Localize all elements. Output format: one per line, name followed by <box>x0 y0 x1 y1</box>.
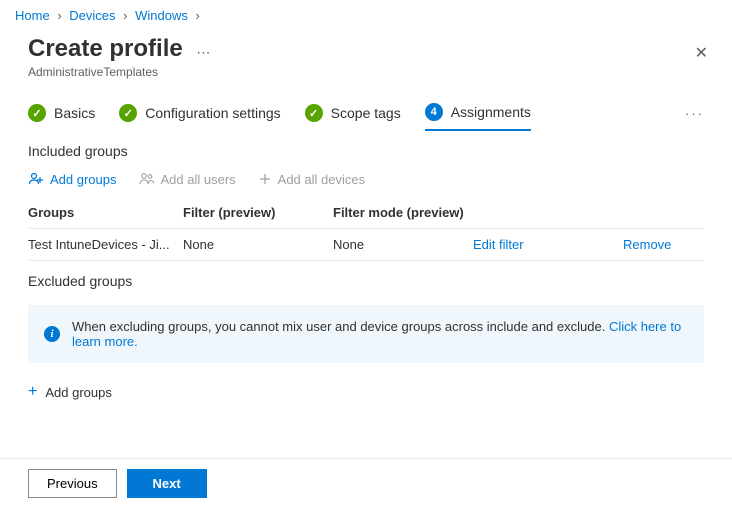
button-label: Add all devices <box>278 172 365 187</box>
edit-filter-link[interactable]: Edit filter <box>473 237 623 252</box>
people-icon <box>139 171 155 187</box>
breadcrumb-devices[interactable]: Devices <box>69 8 115 23</box>
check-icon: ✓ <box>28 104 46 122</box>
check-icon: ✓ <box>119 104 137 122</box>
wizard-footer: Previous Next <box>0 458 732 508</box>
previous-button[interactable]: Previous <box>28 469 117 498</box>
page-subtitle: AdministrativeTemplates <box>28 65 691 79</box>
tab-label: Basics <box>54 105 95 121</box>
plus-icon <box>258 172 272 186</box>
col-header-filter: Filter (preview) <box>183 205 333 220</box>
cell-filter-mode: None <box>333 237 473 252</box>
close-icon[interactable]: ✕ <box>691 39 712 67</box>
check-icon: ✓ <box>305 104 323 122</box>
cell-filter: None <box>183 237 333 252</box>
excluded-groups-heading: Excluded groups <box>28 273 704 289</box>
button-label: Add groups <box>50 172 117 187</box>
included-toolbar: Add groups Add all users Add all devices <box>28 171 704 187</box>
button-label: Add groups <box>45 385 112 400</box>
plus-icon: + <box>28 383 37 401</box>
wizard-tabs: ✓ Basics ✓ Configuration settings ✓ Scop… <box>0 79 732 131</box>
add-groups-button[interactable]: Add groups <box>28 171 117 187</box>
tab-basics[interactable]: ✓ Basics <box>28 104 95 130</box>
add-excluded-groups-button[interactable]: + Add groups <box>0 363 732 401</box>
page-title: Create profile <box>28 35 183 63</box>
next-button[interactable]: Next <box>127 469 207 498</box>
add-person-icon <box>28 171 44 187</box>
info-message: i When excluding groups, you cannot mix … <box>28 305 704 363</box>
tab-label: Scope tags <box>331 105 401 121</box>
add-all-devices-button: Add all devices <box>258 171 365 187</box>
info-icon: i <box>44 326 60 342</box>
button-label: Add all users <box>161 172 236 187</box>
col-header-groups: Groups <box>28 205 183 220</box>
chevron-right-icon: › <box>57 8 61 23</box>
tab-configuration-settings[interactable]: ✓ Configuration settings <box>119 104 280 130</box>
remove-link[interactable]: Remove <box>623 237 704 252</box>
cell-group-name: Test IntuneDevices - Ji... <box>28 237 183 252</box>
info-text: When excluding groups, you cannot mix us… <box>72 319 688 349</box>
more-tabs-icon[interactable]: ··· <box>685 106 704 129</box>
table-header: Groups Filter (preview) Filter mode (pre… <box>28 197 704 229</box>
tab-label: Assignments <box>451 104 531 120</box>
more-icon[interactable]: ⋯ <box>196 44 212 61</box>
tab-scope-tags[interactable]: ✓ Scope tags <box>305 104 401 130</box>
tab-label: Configuration settings <box>145 105 280 121</box>
breadcrumb-windows[interactable]: Windows <box>135 8 188 23</box>
tab-assignments[interactable]: 4 Assignments <box>425 103 531 131</box>
chevron-right-icon: › <box>123 8 127 23</box>
add-all-users-button: Add all users <box>139 171 236 187</box>
table-row: Test IntuneDevices - Ji... None None Edi… <box>28 229 704 261</box>
included-groups-heading: Included groups <box>28 143 704 159</box>
breadcrumb-home[interactable]: Home <box>15 8 50 23</box>
step-number-icon: 4 <box>425 103 443 121</box>
col-header-filter-mode: Filter mode (preview) <box>333 205 473 220</box>
included-groups-table: Groups Filter (preview) Filter mode (pre… <box>28 197 704 261</box>
breadcrumb: Home › Devices › Windows › <box>0 0 732 27</box>
chevron-right-icon: › <box>196 8 200 23</box>
